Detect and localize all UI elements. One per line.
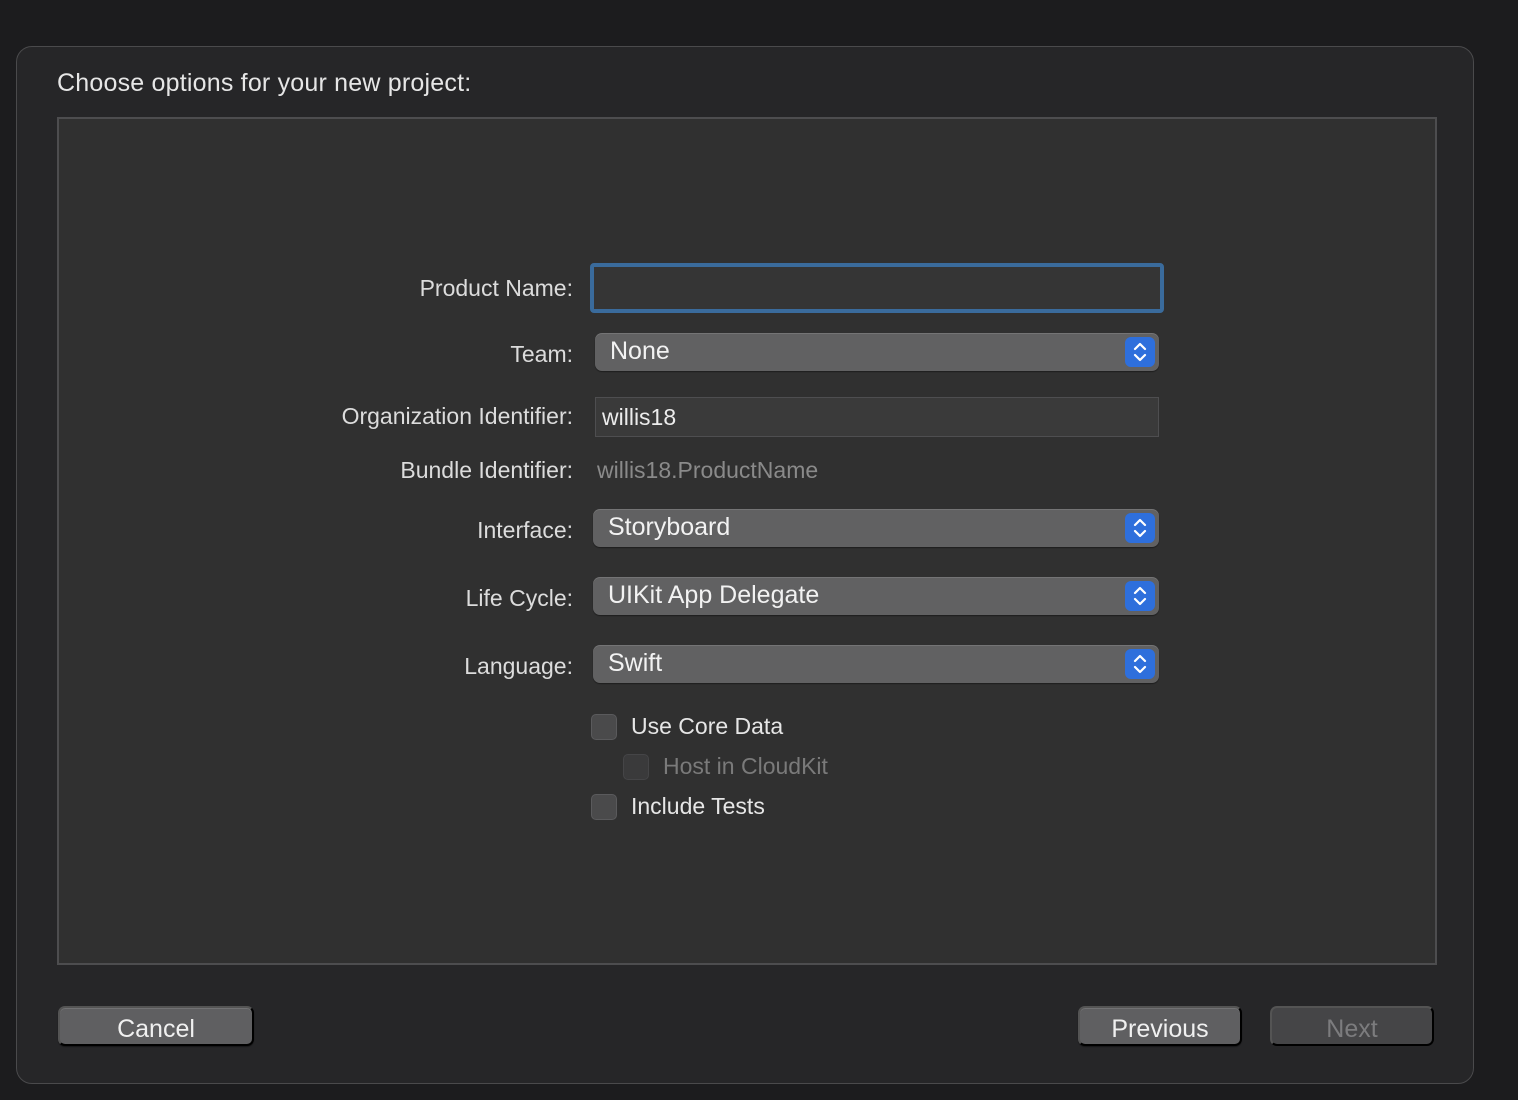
chevron-up-down-icon [1125,649,1155,679]
language-label: Language: [464,653,573,679]
sheet-title: Choose options for your new project: [57,69,472,97]
include-tests-checkbox-row[interactable]: Include Tests [591,793,765,820]
bundle-identifier-value: willis18.ProductName [597,457,819,483]
host-in-cloudkit-checkbox-row: Host in CloudKit [623,753,828,780]
team-popup-value: None [610,337,670,365]
team-popup[interactable]: None [595,333,1159,371]
use-core-data-label: Use Core Data [631,713,784,739]
product-name-label: Product Name: [419,275,573,301]
host-in-cloudkit-label: Host in CloudKit [663,753,828,779]
cancel-button[interactable]: Cancel [58,1006,254,1046]
life-cycle-popup-value: UIKit App Delegate [608,581,820,609]
new-project-options-sheet: Choose options for your new project: Pro… [16,46,1474,1084]
next-button: Next [1270,1006,1434,1046]
previous-button[interactable]: Previous [1078,1006,1242,1046]
organization-identifier-input[interactable] [595,397,1159,437]
chevron-up-down-icon [1125,337,1155,367]
bundle-identifier-label: Bundle Identifier: [400,457,573,483]
interface-label: Interface: [477,517,573,543]
team-label: Team: [510,341,573,367]
language-popup[interactable]: Swift [593,645,1159,683]
include-tests-checkbox[interactable] [591,793,617,820]
include-tests-label: Include Tests [631,793,765,819]
options-panel: Product Name: Team: None Organization Id… [57,117,1437,965]
chevron-up-down-icon [1125,513,1155,543]
language-popup-value: Swift [608,649,663,677]
chevron-up-down-icon [1125,581,1155,611]
life-cycle-popup[interactable]: UIKit App Delegate [593,577,1159,615]
use-core-data-checkbox[interactable] [591,713,617,740]
interface-popup[interactable]: Storyboard [593,509,1159,547]
life-cycle-label: Life Cycle: [465,585,573,611]
organization-identifier-label: Organization Identifier: [341,403,573,429]
product-name-input[interactable] [590,263,1164,313]
use-core-data-checkbox-row[interactable]: Use Core Data [591,713,783,740]
host-in-cloudkit-checkbox [623,753,649,780]
interface-popup-value: Storyboard [608,513,731,541]
